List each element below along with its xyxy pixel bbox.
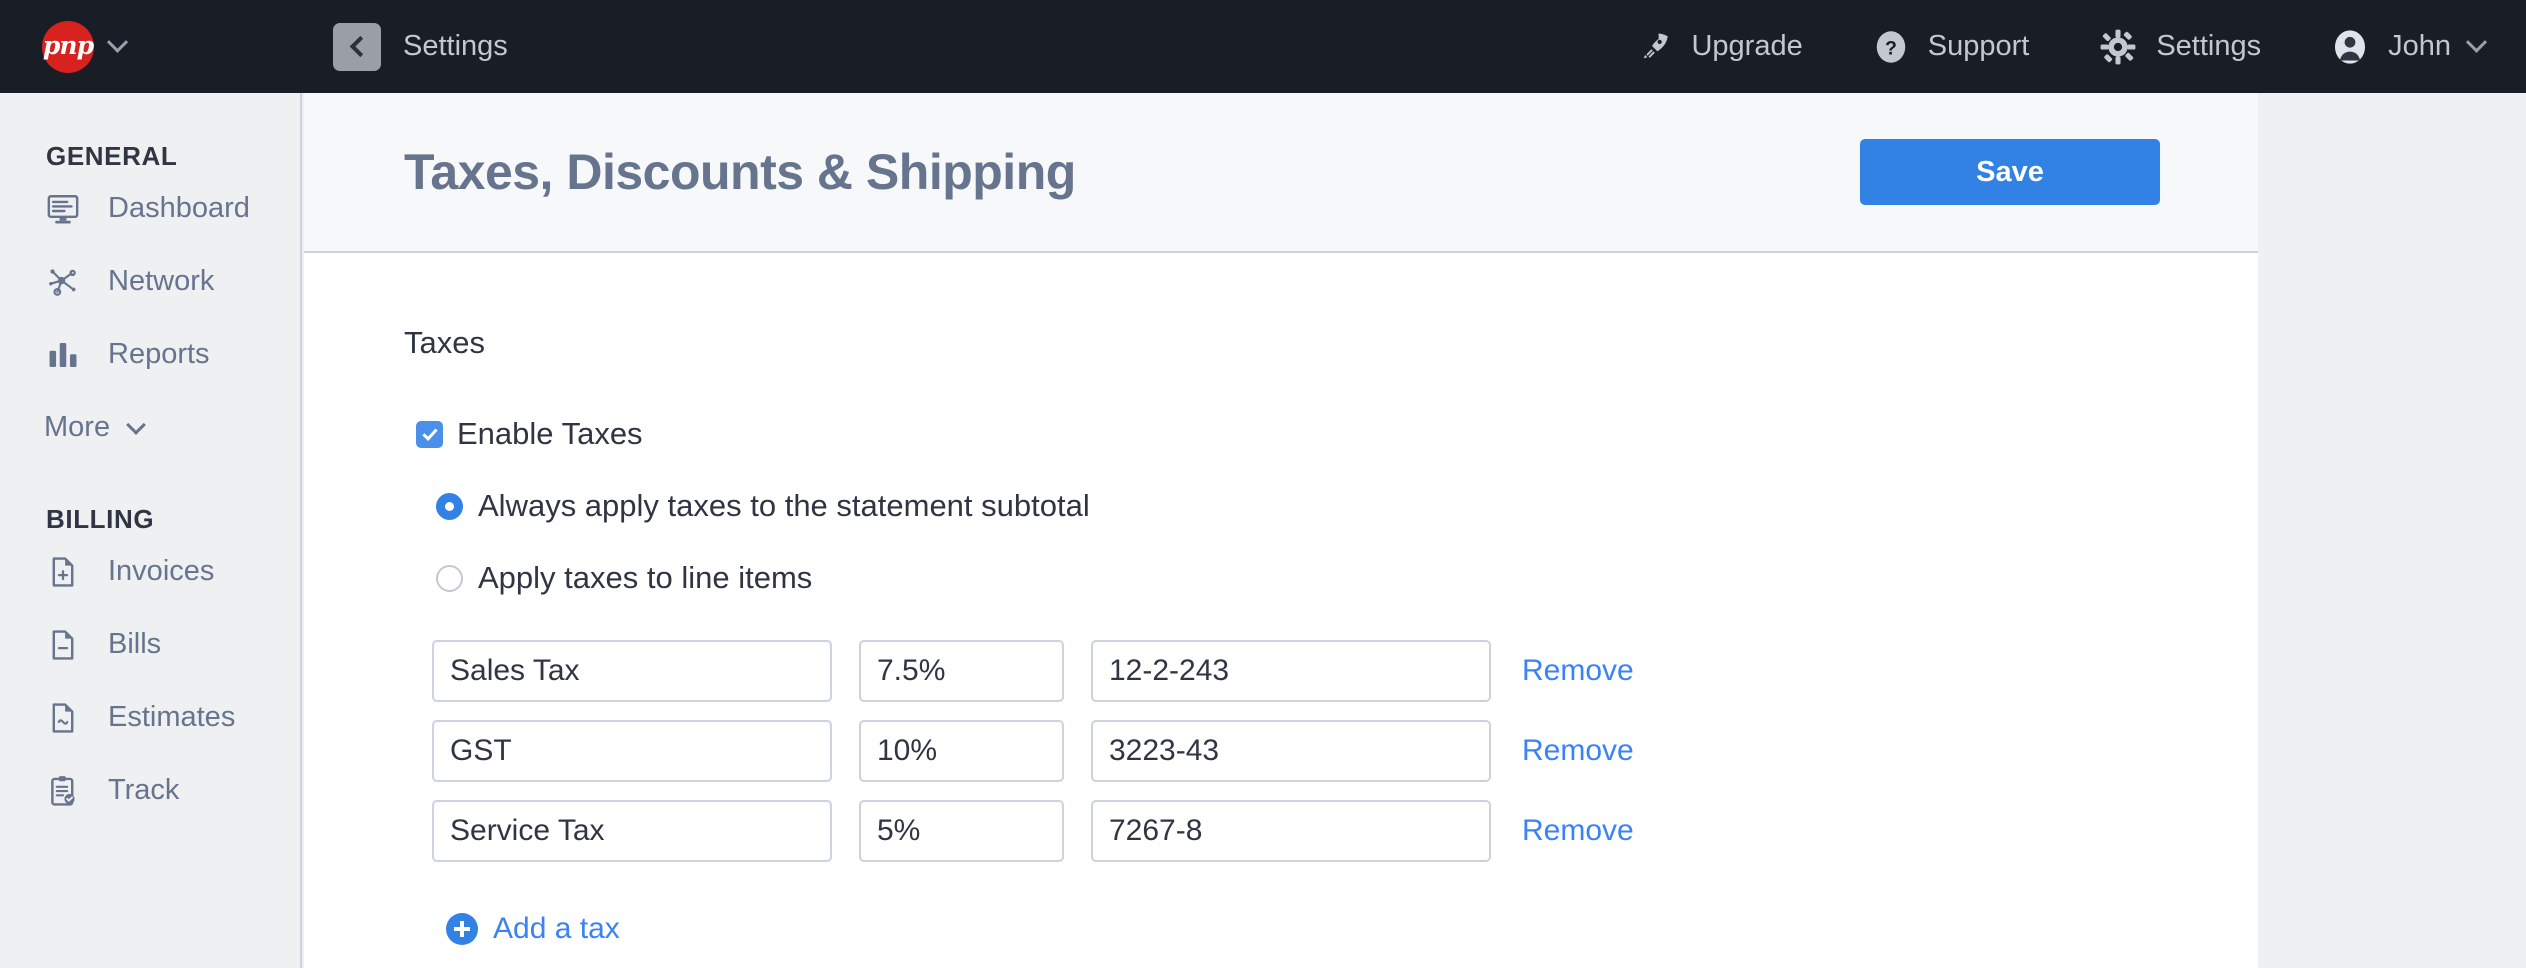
- tax-name-input[interactable]: [432, 640, 832, 702]
- sidebar-item-label: Bills: [108, 628, 161, 661]
- tax-number-input[interactable]: [1091, 720, 1491, 782]
- sidebar-item-invoices[interactable]: Invoices: [0, 535, 300, 608]
- add-tax-label: Add a tax: [493, 912, 620, 946]
- enable-taxes-checkbox[interactable]: [416, 421, 443, 448]
- sidebar-item-label: Invoices: [108, 555, 214, 588]
- tax-rate-input[interactable]: [859, 720, 1064, 782]
- chevron-down-icon[interactable]: [107, 32, 128, 53]
- section-title-taxes: Taxes: [404, 325, 2258, 361]
- remove-tax-link[interactable]: Remove: [1522, 734, 1634, 768]
- table-row: Remove: [432, 800, 2258, 862]
- sidebar-item-label: Estimates: [108, 701, 235, 734]
- remove-tax-link[interactable]: Remove: [1522, 814, 1634, 848]
- table-row: Remove: [432, 720, 2258, 782]
- sidebar-item-label: Reports: [108, 338, 210, 371]
- enable-taxes-row[interactable]: Enable Taxes: [416, 416, 2258, 452]
- nav-support[interactable]: ? Support: [1873, 29, 2030, 65]
- remove-tax-link[interactable]: Remove: [1522, 654, 1634, 688]
- sidebar-item-estimates[interactable]: Estimates: [0, 681, 300, 754]
- top-nav-items: Upgrade ? Support: [1638, 28, 2484, 66]
- tax-rate-input[interactable]: [859, 640, 1064, 702]
- nav-label: Upgrade: [1691, 30, 1802, 63]
- enable-taxes-label: Enable Taxes: [457, 416, 643, 452]
- nav-settings[interactable]: Settings: [2099, 28, 2261, 66]
- page-title: Taxes, Discounts & Shipping: [404, 143, 1076, 201]
- radio-unselected-icon[interactable]: [436, 565, 463, 592]
- monitor-icon: [46, 192, 88, 226]
- tax-name-input[interactable]: [432, 720, 832, 782]
- sidebar-more-label: More: [44, 411, 110, 444]
- sidebar-section-general: GENERAL: [46, 141, 300, 172]
- sidebar-section-billing: BILLING: [46, 504, 300, 535]
- chevron-left-icon: [349, 36, 370, 57]
- plus-circle-icon: [446, 913, 478, 945]
- top-navigation-bar: pnp Settings Upgrade ?: [0, 0, 2526, 93]
- nav-label: John: [2388, 30, 2451, 63]
- back-button[interactable]: [333, 23, 381, 71]
- tax-rows-list: Remove Remove Remove: [432, 640, 2258, 862]
- check-icon: [422, 425, 437, 441]
- table-row: Remove: [432, 640, 2258, 702]
- tax-rate-input[interactable]: [859, 800, 1064, 862]
- document-minus-icon: [46, 628, 88, 662]
- sidebar: GENERAL Dashboard: [0, 93, 302, 968]
- breadcrumb: Settings: [403, 30, 508, 63]
- sidebar-item-network[interactable]: Network: [0, 245, 300, 318]
- clipboard-check-icon: [46, 774, 88, 808]
- sidebar-more-toggle[interactable]: More: [0, 391, 300, 464]
- nav-label: Support: [1928, 30, 2030, 63]
- document-tilde-icon: [46, 701, 88, 735]
- page-header: Taxes, Discounts & Shipping Save: [304, 93, 2258, 253]
- nav-user-menu[interactable]: John: [2331, 28, 2484, 66]
- nav-label: Settings: [2156, 30, 2261, 63]
- tax-option-line-items[interactable]: Apply taxes to line items: [436, 560, 2258, 596]
- save-button[interactable]: Save: [1860, 139, 2160, 205]
- tax-name-input[interactable]: [432, 800, 832, 862]
- sidebar-item-dashboard[interactable]: Dashboard: [0, 172, 300, 245]
- tax-option-label: Always apply taxes to the statement subt…: [478, 488, 1090, 524]
- tax-option-label: Apply taxes to line items: [478, 560, 812, 596]
- add-tax-row[interactable]: Add a tax: [446, 912, 2258, 946]
- svg-text:?: ?: [1885, 37, 1897, 59]
- tax-number-input[interactable]: [1091, 640, 1491, 702]
- bar-chart-icon: [46, 338, 88, 372]
- rocket-icon: [1638, 30, 1672, 64]
- document-plus-icon: [46, 555, 88, 589]
- content-panel: Taxes, Discounts & Shipping Save Taxes E…: [304, 93, 2258, 968]
- network-nodes-icon: [46, 265, 88, 299]
- tax-option-subtotal[interactable]: Always apply taxes to the statement subt…: [436, 488, 2258, 524]
- sidebar-item-label: Network: [108, 265, 214, 298]
- radio-selected-icon[interactable]: [436, 493, 463, 520]
- question-circle-icon: ?: [1873, 29, 1909, 65]
- sidebar-item-track[interactable]: Track: [0, 754, 300, 827]
- sidebar-item-label: Track: [108, 774, 179, 807]
- taxes-section: Taxes Enable Taxes Always apply taxes to…: [304, 253, 2258, 946]
- nav-upgrade[interactable]: Upgrade: [1638, 30, 1802, 64]
- brand-logo[interactable]: pnp: [42, 21, 125, 73]
- sidebar-item-label: Dashboard: [108, 192, 250, 225]
- logo-icon: pnp: [42, 21, 94, 73]
- sidebar-item-bills[interactable]: Bills: [0, 608, 300, 681]
- user-avatar-icon: [2331, 28, 2369, 66]
- chevron-down-icon: [2466, 32, 2487, 53]
- chevron-down-icon: [126, 415, 146, 435]
- gear-icon: [2099, 28, 2137, 66]
- tax-number-input[interactable]: [1091, 800, 1491, 862]
- sidebar-item-reports[interactable]: Reports: [0, 318, 300, 391]
